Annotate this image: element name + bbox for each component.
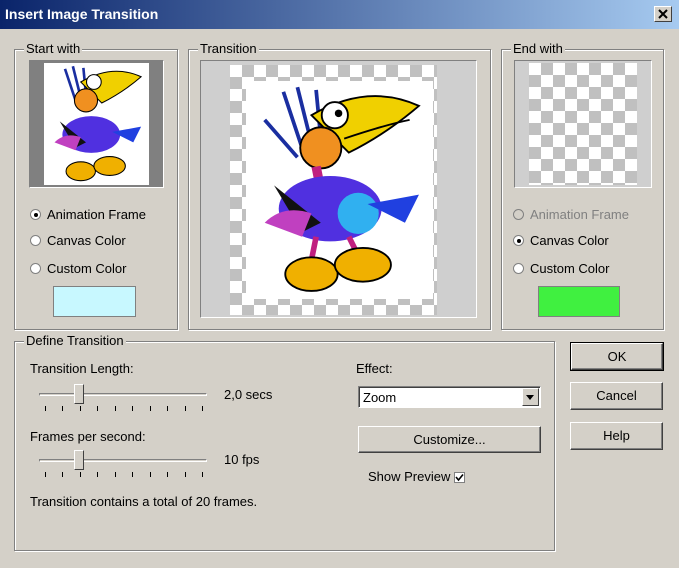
slider-ticks (45, 472, 203, 478)
cancel-button[interactable]: Cancel (570, 382, 663, 410)
radio-icon (30, 235, 41, 246)
ok-button[interactable]: OK (570, 342, 664, 371)
radio-label: Animation Frame (530, 207, 629, 222)
radio-icon (513, 263, 524, 274)
slider-tick (115, 472, 116, 477)
effect-select[interactable]: Zoom (358, 386, 541, 408)
start-with-group: Start with Animation Frame Canvas Color (14, 41, 178, 330)
start-with-title: Start with (24, 41, 83, 56)
window-title: Insert Image Transition (5, 6, 159, 22)
fps-label: Frames per second: (30, 429, 146, 444)
radio-label: Canvas Color (530, 233, 609, 248)
slider-tick (62, 472, 63, 477)
fps-value: 10 fps (224, 452, 260, 467)
cancel-label: Cancel (596, 388, 637, 403)
help-label: Help (603, 428, 630, 443)
slider-tick (202, 406, 203, 411)
end-custom-color-swatch[interactable] (538, 286, 620, 317)
show-preview-label: Show Preview (368, 469, 451, 484)
show-preview-toggle[interactable]: Show Preview (368, 469, 465, 484)
radio-label: Animation Frame (47, 207, 146, 222)
define-transition-title: Define Transition (24, 333, 126, 348)
radio-label: Custom Color (530, 261, 610, 276)
start-preview (29, 60, 164, 188)
radio-selected-icon (30, 209, 41, 220)
define-transition-group: Define Transition Transition Length: 2,0… (14, 333, 555, 551)
chevron-down-icon (526, 395, 534, 400)
slider-tick (97, 472, 98, 477)
fps-thumb[interactable] (74, 450, 84, 470)
end-with-group: End with Animation Frame Canvas Color Cu… (501, 41, 664, 330)
customize-button[interactable]: Customize... (358, 426, 541, 453)
title-bar: Insert Image Transition (0, 0, 679, 29)
radio-selected-icon (513, 235, 524, 246)
effect-select-value: Zoom (363, 390, 397, 405)
transition-length-slider[interactable] (39, 384, 207, 411)
fps-slider[interactable] (39, 450, 207, 477)
slider-track (39, 393, 207, 396)
slider-tick (62, 406, 63, 411)
end-with-title: End with (511, 41, 565, 56)
effect-label: Effect: (356, 361, 393, 376)
start-radio-custom-color[interactable]: Custom Color (30, 261, 126, 276)
bird-thumbnail-image (54, 65, 143, 182)
ok-label: OK (607, 349, 627, 364)
show-preview-checkbox[interactable] (454, 472, 465, 484)
slider-tick (202, 472, 203, 477)
end-radio-animation-frame[interactable]: Animation Frame (513, 207, 629, 222)
slider-tick (132, 406, 133, 411)
checkmark-icon (455, 474, 464, 482)
transition-group: Transition (188, 41, 491, 330)
dropdown-button[interactable] (522, 388, 539, 406)
slider-tick (80, 472, 81, 477)
transition-length-value: 2,0 secs (224, 387, 273, 402)
end-radio-custom-color[interactable]: Custom Color (513, 261, 609, 276)
customize-label: Customize... (413, 432, 486, 447)
radio-label: Custom Color (47, 261, 127, 276)
slider-ticks (45, 406, 203, 412)
help-button[interactable]: Help (570, 422, 663, 450)
slider-track (39, 459, 207, 462)
radio-icon (30, 263, 41, 274)
slider-tick (167, 472, 168, 477)
transition-length-label: Transition Length: (30, 361, 134, 376)
slider-tick (45, 406, 46, 411)
start-custom-color-swatch[interactable] (53, 286, 136, 317)
slider-tick (132, 472, 133, 477)
transition-title: Transition (198, 41, 259, 56)
transparency-checkerboard (529, 63, 637, 185)
radio-icon (513, 209, 524, 220)
end-preview (514, 60, 652, 188)
slider-tick (185, 406, 186, 411)
slider-tick (115, 406, 116, 411)
close-icon (658, 9, 668, 19)
end-radio-canvas-color[interactable]: Canvas Color (513, 233, 609, 248)
slider-tick (150, 406, 151, 411)
slider-tick (167, 406, 168, 411)
start-radio-animation-frame[interactable]: Animation Frame (30, 207, 146, 222)
slider-tick (80, 406, 81, 411)
start-radio-canvas-color[interactable]: Canvas Color (30, 233, 126, 248)
slider-tick (185, 472, 186, 477)
slider-tick (97, 406, 98, 411)
transition-length-thumb[interactable] (74, 384, 84, 404)
bird-preview-image (263, 86, 421, 292)
frame-summary: Transition contains a total of 20 frames… (30, 494, 258, 509)
close-button[interactable] (654, 6, 672, 22)
slider-tick (45, 472, 46, 477)
slider-tick (150, 472, 151, 477)
transition-preview (200, 60, 477, 318)
radio-label: Canvas Color (47, 233, 126, 248)
